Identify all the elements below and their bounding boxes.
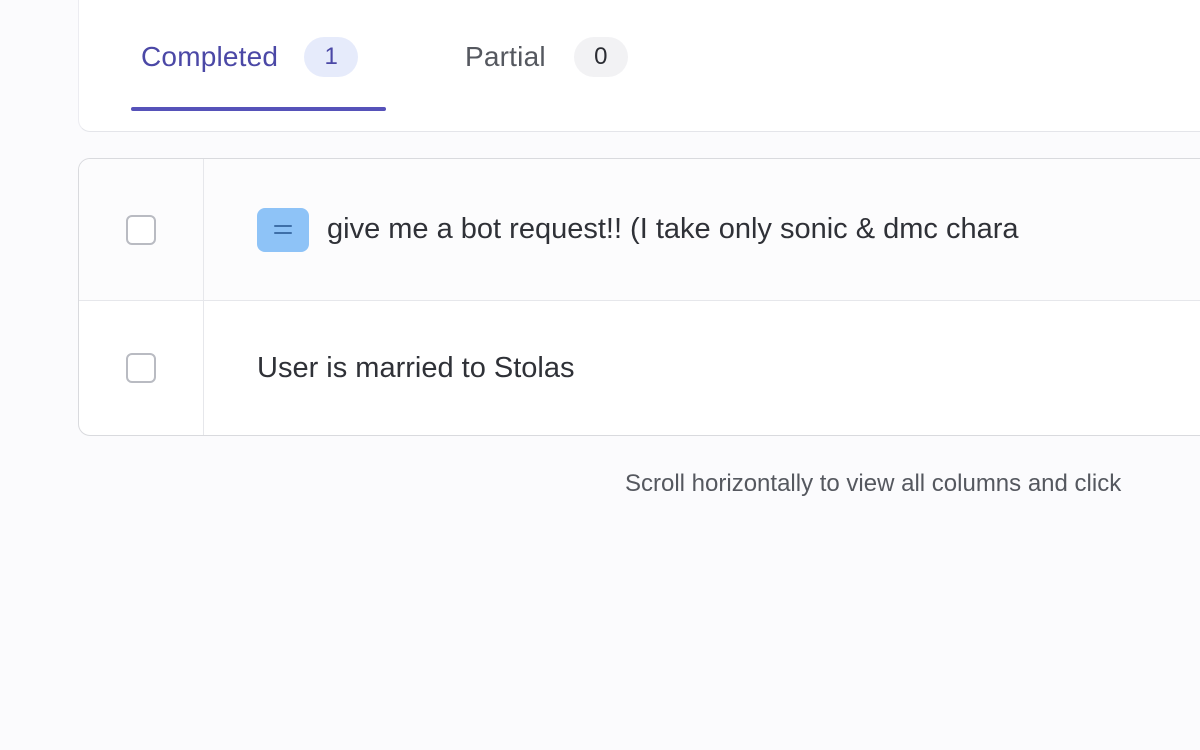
scroll-hint: Scroll horizontally to view all columns … bbox=[625, 470, 1122, 497]
tab-completed[interactable]: Completed 1 bbox=[141, 22, 359, 92]
row-text: give me a bot request!! (I take only son… bbox=[327, 213, 1019, 245]
table-row[interactable]: give me a bot request!! (I take only son… bbox=[79, 159, 1200, 301]
row-content-cell: give me a bot request!! (I take only son… bbox=[204, 159, 1200, 300]
row-checkbox[interactable] bbox=[126, 214, 156, 245]
active-tab-indicator bbox=[131, 107, 386, 111]
row-text: User is married to Stolas bbox=[257, 351, 575, 384]
row-select-cell bbox=[79, 301, 204, 435]
tab-partial-count-badge: 0 bbox=[573, 37, 628, 77]
results-table: give me a bot request!! (I take only son… bbox=[78, 158, 1200, 436]
row-content-cell: User is married to Stolas bbox=[204, 301, 1200, 435]
table-row[interactable]: User is married to Stolas bbox=[79, 301, 1200, 435]
tab-completed-label: Completed bbox=[141, 41, 279, 72]
equals-icon bbox=[257, 207, 309, 252]
tabs-bar: Completed 1 Partial 0 bbox=[78, 0, 1200, 132]
row-checkbox[interactable] bbox=[126, 353, 156, 383]
tab-partial[interactable]: Partial 0 bbox=[465, 22, 628, 92]
tab-completed-count-badge: 1 bbox=[304, 37, 359, 77]
page: Completed 1 Partial 0 give me a bot requ… bbox=[0, 0, 1200, 750]
tab-partial-label: Partial bbox=[465, 41, 546, 72]
row-select-cell bbox=[79, 159, 204, 300]
